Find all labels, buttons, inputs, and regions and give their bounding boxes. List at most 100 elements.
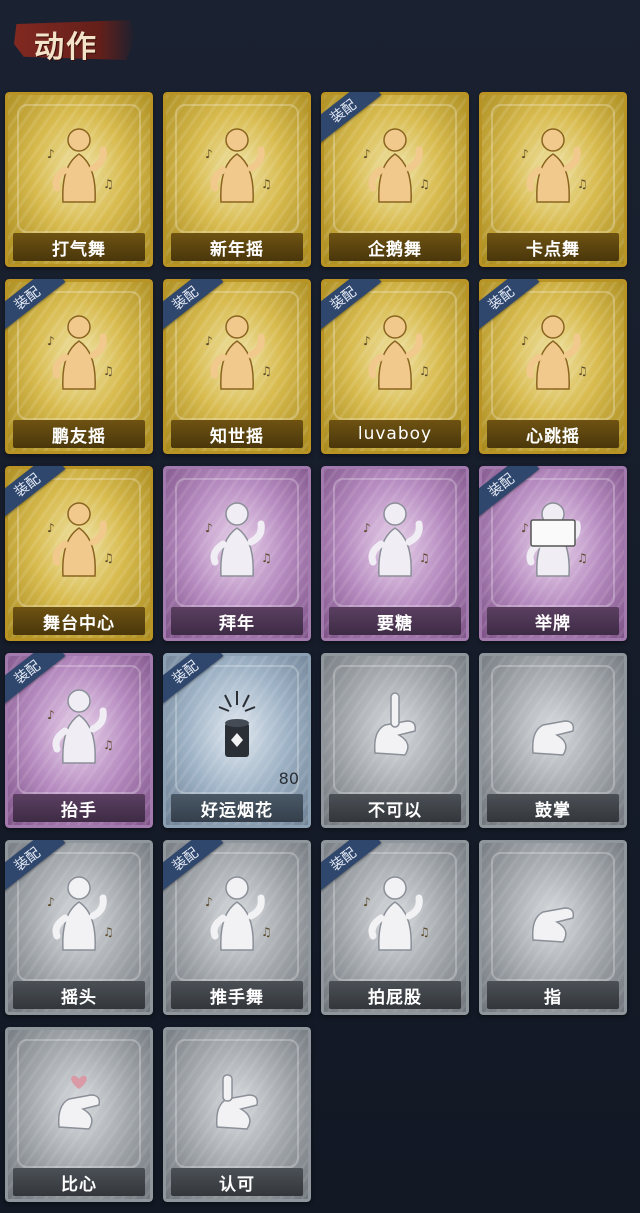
dance-figure-icon: ♪♫: [521, 315, 588, 390]
svg-text:♪: ♪: [47, 895, 55, 909]
emote-name: 鼓掌: [487, 794, 619, 822]
dance-figure-icon: ♪♫: [363, 315, 430, 390]
emote-card[interactable]: ♪ ♫ 推手舞 装配: [163, 840, 311, 1015]
svg-text:♪: ♪: [363, 334, 371, 348]
emote-card[interactable]: ♪ ♫ 拍屁股 装配: [321, 840, 469, 1015]
emote-card[interactable]: ♪ ♫ 知世摇 装配: [163, 279, 311, 454]
emote-card[interactable]: ♪ ♫ luvaboy 装配: [321, 279, 469, 454]
svg-text:♪: ♪: [521, 521, 529, 535]
emote-name: 认可: [171, 1168, 303, 1196]
svg-text:♪: ♪: [363, 521, 371, 535]
emote-card[interactable]: 不可以: [321, 653, 469, 828]
raise-hand-figure-icon: ♪♫: [47, 689, 114, 764]
svg-text:♫: ♫: [261, 364, 272, 378]
emote-name: 要糖: [329, 607, 461, 635]
sign-figure-icon: ♪♫: [521, 502, 588, 577]
emote-card[interactable]: ♪ ♫ 要糖: [321, 466, 469, 641]
svg-text:♫: ♫: [419, 551, 430, 565]
emote-card[interactable]: 认可: [163, 1027, 311, 1202]
svg-text:♪: ♪: [363, 147, 371, 161]
emote-name: luvaboy: [329, 420, 461, 448]
push-dance-figure-icon: ♪♫: [205, 876, 272, 951]
emote-card[interactable]: ♪ ♫ 打气舞: [5, 92, 153, 267]
emote-collection-page: 动作 ♪ ♫ 打气舞 ♪ ♫ 新年摇 ♪ ♫ 企鹅舞 装配 ♪ ♫ 卡点舞 ♪ ♫ 鹏友摇 装配 ♪ ♫ 知世摇 装配 ♪…: [0, 0, 640, 1213]
emote-name: 推手舞: [171, 981, 303, 1009]
emote-name: 拜年: [171, 607, 303, 635]
dance-figure-icon: ♪♫: [205, 315, 272, 390]
reach-figure-icon: ♪♫: [363, 502, 430, 577]
emote-name: 摇头: [13, 981, 145, 1009]
emote-name: 举牌: [487, 607, 619, 635]
finger-wag-icon: [373, 692, 417, 756]
item-count: 80: [278, 769, 299, 788]
svg-text:♪: ♪: [205, 334, 213, 348]
emote-name: 指: [487, 981, 619, 1009]
emote-name: 企鹅舞: [329, 233, 461, 261]
svg-text:♫: ♫: [103, 738, 114, 752]
slap-figure-icon: ♪♫: [363, 876, 430, 951]
dance-figure-icon: ♪♫: [363, 128, 430, 203]
emote-name: 不可以: [329, 794, 461, 822]
emote-name: 新年摇: [171, 233, 303, 261]
emote-card[interactable]: ♪ ♫ 摇头 装配: [5, 840, 153, 1015]
svg-text:♫: ♫: [577, 177, 588, 191]
firework-icon: [218, 691, 256, 757]
emote-card[interactable]: 比心: [5, 1027, 153, 1202]
emote-name: 舞台中心: [13, 607, 145, 635]
dance-figure-icon: ♪♫: [205, 128, 272, 203]
emote-name: 鹏友摇: [13, 420, 145, 448]
emote-card[interactable]: 80 好运烟花 装配: [163, 653, 311, 828]
section-title: 动作: [34, 30, 98, 65]
svg-text:♫: ♫: [419, 177, 430, 191]
emote-card[interactable]: ♪ ♫ 舞台中心 装配: [5, 466, 153, 641]
emote-card[interactable]: ♪ ♫ 心跳摇 装配: [479, 279, 627, 454]
emote-card[interactable]: ♪ ♫ 企鹅舞 装配: [321, 92, 469, 267]
svg-text:♪: ♪: [521, 147, 529, 161]
dance-figure-icon: ♪♫: [521, 128, 588, 203]
emote-name: 打气舞: [13, 233, 145, 261]
emote-card[interactable]: ♪ ♫ 举牌 装配: [479, 466, 627, 641]
svg-text:♫: ♫: [261, 925, 272, 939]
svg-text:♪: ♪: [47, 147, 55, 161]
emote-name: 卡点舞: [487, 233, 619, 261]
svg-text:♪: ♪: [47, 521, 55, 535]
svg-text:♫: ♫: [419, 925, 430, 939]
svg-text:♪: ♪: [47, 334, 55, 348]
bow-figure-icon: ♪♫: [205, 502, 272, 577]
emote-card[interactable]: 鼓掌: [479, 653, 627, 828]
emote-card[interactable]: ♪ ♫ 抬手 装配: [5, 653, 153, 828]
svg-text:♪: ♪: [363, 895, 371, 909]
svg-text:♪: ♪: [205, 521, 213, 535]
emote-card[interactable]: ♪ ♫ 卡点舞: [479, 92, 627, 267]
emote-name: 知世摇: [171, 420, 303, 448]
emote-card[interactable]: ♪ ♫ 拜年: [163, 466, 311, 641]
shake-head-figure-icon: ♪♫: [47, 876, 114, 951]
svg-text:♫: ♫: [103, 177, 114, 191]
emote-card[interactable]: ♪ ♫ 新年摇: [163, 92, 311, 267]
emote-name: 好运烟花: [171, 794, 303, 822]
emote-card[interactable]: ♪ ♫ 鹏友摇 装配: [5, 279, 153, 454]
svg-text:♫: ♫: [103, 551, 114, 565]
emote-card[interactable]: 指: [479, 840, 627, 1015]
finger-heart-icon: [57, 1075, 101, 1130]
svg-text:♫: ♫: [419, 364, 430, 378]
dance-figure-icon: ♪♫: [47, 315, 114, 390]
svg-text:♪: ♪: [205, 147, 213, 161]
emote-name: 抬手: [13, 794, 145, 822]
svg-text:♪: ♪: [47, 708, 55, 722]
emote-name: 比心: [13, 1168, 145, 1196]
svg-text:♫: ♫: [103, 925, 114, 939]
clap-icon: [531, 720, 575, 756]
svg-text:♫: ♫: [261, 551, 272, 565]
svg-text:♪: ♪: [521, 334, 529, 348]
svg-text:♫: ♫: [577, 364, 588, 378]
section-header: 动作: [14, 14, 136, 65]
point-hand-icon: [531, 907, 575, 943]
svg-text:♫: ♫: [261, 177, 272, 191]
svg-text:♫: ♫: [103, 364, 114, 378]
emote-name: 拍屁股: [329, 981, 461, 1009]
dance-figure-icon: ♪♫: [47, 128, 114, 203]
svg-text:♪: ♪: [205, 895, 213, 909]
thumbs-up-icon: [215, 1074, 259, 1130]
svg-text:♫: ♫: [577, 551, 588, 565]
